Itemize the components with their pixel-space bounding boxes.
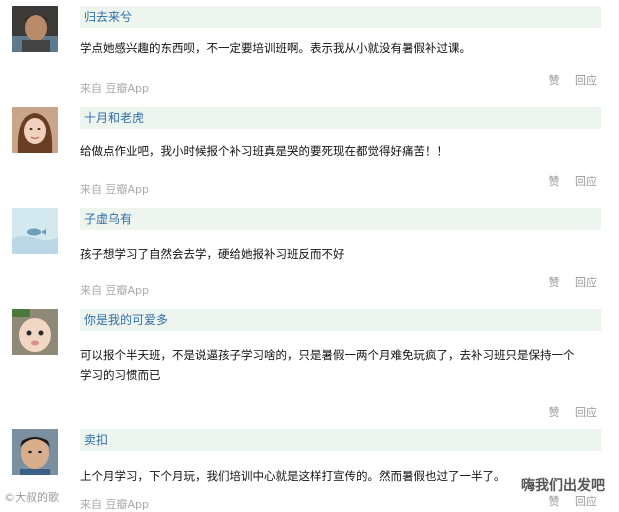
reply-button[interactable]: 回应 (575, 74, 597, 87)
watermark-left: ©大叔的歌 (4, 491, 59, 504)
comment-source: 来自 豆瓣App (80, 284, 149, 297)
comment-source: 来自 豆瓣App (80, 82, 149, 95)
reply-button[interactable]: 回应 (575, 406, 597, 419)
like-button[interactable]: 赞 (549, 406, 560, 419)
comment-actions: 赞 回应 (537, 72, 598, 88)
like-button[interactable]: 赞 (549, 495, 560, 508)
comment-text: 学点她感兴趣的东西呗，不一定要培训班啊。表示我从小就没有暑假补过课。 (80, 41, 471, 55)
avatar[interactable] (12, 429, 58, 475)
comment-actions: 赞 回应 (537, 274, 598, 290)
reply-button[interactable]: 回应 (575, 276, 597, 289)
avatar[interactable] (12, 6, 58, 52)
comment-actions: 赞 回应 (537, 173, 598, 189)
comment-source: 来自 豆瓣App (80, 183, 149, 196)
avatar[interactable] (12, 309, 58, 355)
like-button[interactable]: 赞 (549, 175, 560, 188)
username-bar[interactable]: 归去来兮 (80, 6, 601, 28)
comment-source: 来自 豆瓣App (80, 498, 149, 511)
comment-text: 给做点作业吧，我小时候报个补习班真是哭的要死现在都觉得好痛苦！！ (80, 144, 448, 158)
reply-button[interactable]: 回应 (575, 495, 597, 508)
reply-button[interactable]: 回应 (575, 175, 597, 188)
avatar[interactable] (12, 107, 58, 153)
comment-text: 可以报个半天班，不是说逼孩子学习啥的，只是暑假一两个月难免玩疯了，去补习班只是保… (80, 345, 600, 385)
like-button[interactable]: 赞 (549, 74, 560, 87)
username-link[interactable]: 卖扣 (84, 433, 108, 447)
username-link[interactable]: 十月和老虎 (84, 111, 144, 125)
avatar[interactable] (12, 208, 58, 254)
username-bar[interactable]: 你是我的可爱多 (80, 309, 601, 331)
username-bar[interactable]: 十月和老虎 (80, 107, 601, 129)
username-link[interactable]: 你是我的可爱多 (84, 313, 168, 327)
username-bar[interactable]: 卖扣 (80, 429, 601, 451)
like-button[interactable]: 赞 (549, 276, 560, 289)
username-link[interactable]: 归去来兮 (84, 10, 132, 24)
watermark-right: 嗨我们出发吧 (521, 475, 605, 495)
comment-text: 孩子想学习了自然会去学，硬给她报补习班反而不好 (80, 247, 345, 261)
comment-actions: 赞 回应 (537, 404, 598, 420)
comment-actions: 赞 回应 (537, 493, 598, 509)
username-bar[interactable]: 子虚乌有 (80, 208, 601, 230)
comment-text-line: 学习的习惯而已 (80, 368, 161, 382)
comment-text-line: 可以报个半天班，不是说逼孩子学习啥的，只是暑假一两个月难免玩疯了，去补习班只是保… (80, 348, 575, 362)
username-link[interactable]: 子虚乌有 (84, 212, 132, 226)
